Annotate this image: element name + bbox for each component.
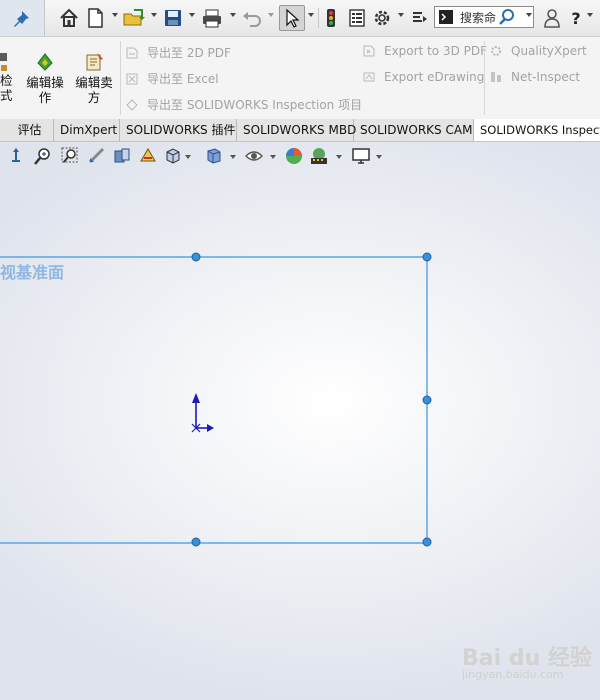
plane-outline[interactable] [0,256,428,544]
plane-handle-top-right[interactable] [422,252,432,262]
plane-handle-right[interactable] [422,395,432,405]
plane-handle-top[interactable] [191,252,201,262]
watermark-url: jingyan.baidu.com [462,668,564,681]
sketch-plane-layer [0,252,432,547]
plane-handle-bottom[interactable] [191,537,201,547]
plane-label[interactable]: 视基准面 [0,259,64,283]
plane-handle-bottom-right[interactable] [422,537,432,547]
origin-icon [191,393,214,433]
